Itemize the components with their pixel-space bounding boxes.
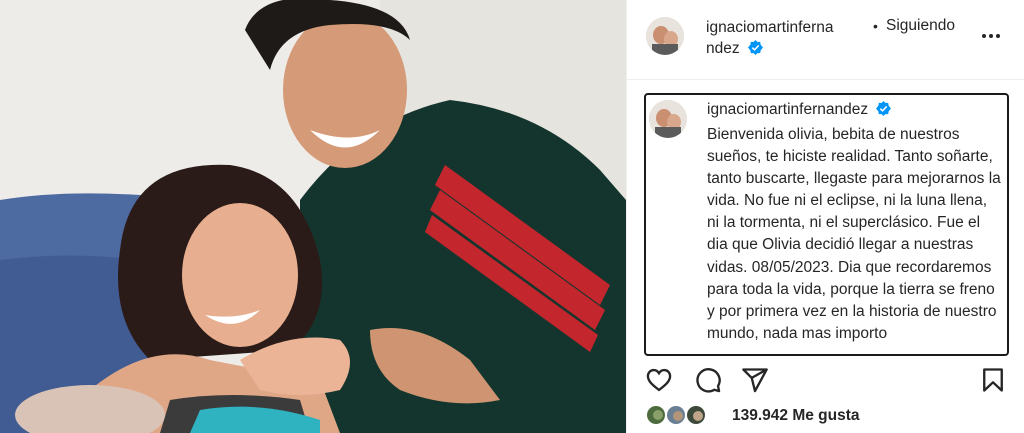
liker-avatar — [665, 404, 687, 426]
liker-avatar — [645, 404, 667, 426]
author-username-line1: ignaciomartinferna — [706, 19, 834, 36]
bookmark-icon[interactable] — [979, 366, 1007, 394]
verified-badge-icon — [747, 40, 763, 55]
caption-text: Bienvenida olivia, bebita de nuestros su… — [707, 126, 1001, 342]
send-icon[interactable] — [741, 366, 769, 394]
more-horizontal-icon[interactable] — [979, 26, 1003, 46]
author-avatar[interactable] — [646, 17, 684, 55]
caption-author-avatar[interactable] — [649, 100, 687, 138]
separator-dot: • — [873, 18, 878, 34]
author-username[interactable]: ignaciomartinferna ndez — [706, 17, 876, 59]
heart-icon[interactable] — [645, 366, 673, 394]
action-bar — [627, 360, 1024, 400]
caption-box: ignaciomartinfernandez Bienvenida olivia… — [644, 93, 1009, 356]
caption-username-text: ignaciomartinfernandez — [707, 101, 869, 118]
post-photo[interactable] — [0, 0, 626, 433]
likes-count[interactable]: 139.942 Me gusta — [732, 407, 860, 425]
author-username-line2: ndez — [706, 40, 740, 57]
post-image — [0, 0, 626, 433]
caption-username[interactable]: ignaciomartinfernandez — [707, 101, 892, 119]
likes-row[interactable]: 139.942 Me gusta — [645, 403, 1005, 429]
post-header: ignaciomartinferna ndez • Siguiendo — [627, 0, 1024, 80]
comment-icon[interactable] — [694, 366, 722, 394]
following-button[interactable]: Siguiendo — [886, 17, 955, 35]
post-sidebar: ignaciomartinferna ndez • Siguiendo igna — [626, 0, 1024, 433]
liker-avatar — [685, 404, 707, 426]
likes-number: 139.942 — [732, 407, 789, 424]
likes-label: Me gusta — [792, 407, 860, 424]
verified-badge-icon — [876, 101, 892, 116]
